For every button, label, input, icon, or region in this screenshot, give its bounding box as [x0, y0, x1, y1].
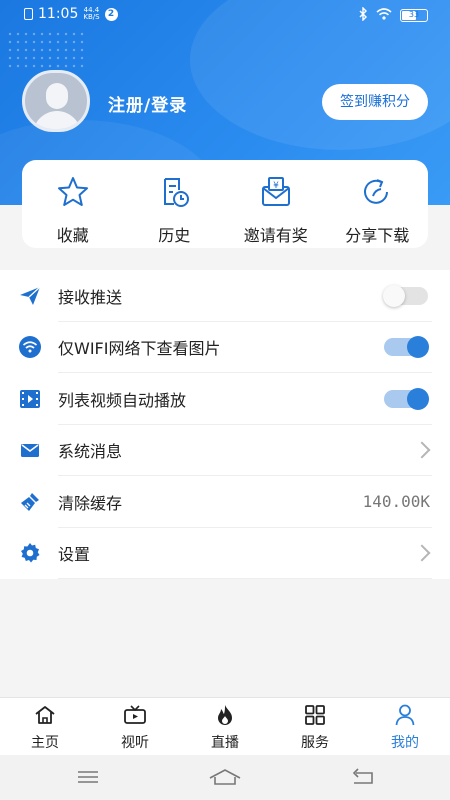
mail-icon [17, 437, 43, 463]
login-register-link[interactable]: 注册/登录 [108, 91, 187, 116]
tab-mine[interactable]: 我的 [360, 698, 450, 755]
settings-label: 仅WIFI网络下查看图片 [58, 339, 221, 359]
settings-label: 接收推送 [58, 287, 123, 307]
quick-action-share[interactable]: 分享下载 [327, 160, 429, 248]
flame-icon [213, 704, 237, 726]
tab-av[interactable]: 视听 [90, 698, 180, 755]
tab-services[interactable]: 服务 [270, 698, 360, 755]
home-nav-icon[interactable] [208, 767, 242, 791]
wifi-images-toggle[interactable] [384, 336, 429, 359]
settings-row-system-messages[interactable]: 系统消息 [0, 425, 450, 476]
sign-in-reward-button[interactable]: 签到赚积分 [322, 84, 428, 120]
notification-badge: 2 [104, 7, 118, 21]
avatar[interactable] [22, 70, 90, 132]
dot-pattern [6, 30, 86, 70]
autoplay-toggle[interactable] [384, 387, 429, 410]
settings-row-push[interactable]: 接收推送 [0, 270, 450, 322]
history-icon [156, 174, 192, 210]
settings-label: 列表视频自动播放 [58, 390, 187, 410]
video-icon [17, 386, 43, 412]
settings-label: 清除缓存 [58, 493, 123, 513]
broom-icon [17, 489, 43, 515]
tab-live[interactable]: 直播 [180, 698, 270, 755]
gear-icon [17, 540, 43, 566]
chevron-right-icon [413, 441, 431, 459]
share-icon [359, 174, 395, 210]
settings-label: 设置 [58, 545, 91, 565]
settings-row-settings[interactable]: 设置 [0, 528, 450, 579]
battery-level: 33 [408, 10, 420, 19]
status-bar: 11:05 44.4 KB/S 2 33 [0, 0, 450, 30]
settings-label: 系统消息 [58, 442, 123, 462]
quick-action-label: 分享下载 [345, 226, 410, 245]
wifi-icon [17, 334, 43, 360]
tab-label: 主页 [31, 735, 59, 751]
quick-action-label: 邀请有奖 [243, 226, 308, 245]
tv-icon [123, 704, 147, 726]
settings-row-clear-cache[interactable]: 清除缓存 140.00K [0, 476, 450, 528]
quick-action-invite[interactable]: ¥ 邀请有奖 [225, 160, 327, 248]
grid-icon [303, 704, 327, 726]
push-toggle[interactable] [383, 284, 428, 307]
invite-reward-icon: ¥ [258, 174, 294, 210]
bottom-tab-bar: 主页 视听 直播 服务 我的 [0, 697, 450, 755]
tab-label: 我的 [391, 735, 419, 751]
quick-action-favorites[interactable]: 收藏 [22, 160, 124, 248]
user-icon [393, 704, 417, 726]
status-time: 11:05 [38, 6, 79, 22]
tab-label: 视听 [121, 735, 149, 751]
chevron-right-icon [413, 544, 431, 562]
wifi-status-icon [376, 8, 392, 23]
bluetooth-icon [359, 6, 368, 24]
cache-size: 140.00K [362, 492, 430, 512]
system-navigation-bar [0, 755, 450, 800]
settings-row-wifi-images[interactable]: 仅WIFI网络下查看图片 [0, 322, 450, 373]
paper-plane-icon [17, 283, 43, 309]
sim-icon [24, 8, 33, 20]
menu-icon[interactable] [76, 767, 100, 791]
speed-unit: KB/S [83, 13, 100, 21]
back-nav-icon[interactable] [350, 767, 376, 791]
tab-home[interactable]: 主页 [0, 698, 90, 755]
quick-action-label: 历史 [158, 226, 191, 245]
star-icon [55, 174, 91, 210]
svg-text:¥: ¥ [273, 181, 279, 191]
network-speed: 44.4 KB/S [83, 7, 99, 21]
quick-action-label: 收藏 [56, 226, 89, 245]
home-icon [33, 704, 57, 726]
battery-icon: 33 [400, 9, 428, 22]
quick-actions-card: 收藏 历史 ¥ 邀请有奖 分享下载 [22, 160, 428, 248]
tab-label: 服务 [301, 735, 329, 751]
tab-label: 直播 [211, 735, 239, 751]
settings-row-autoplay[interactable]: 列表视频自动播放 [0, 373, 450, 425]
quick-action-history[interactable]: 历史 [124, 160, 226, 248]
settings-list: 接收推送 仅WIFI网络下查看图片 列表视频自动播放 系统消息 清除缓存 140… [0, 270, 450, 579]
